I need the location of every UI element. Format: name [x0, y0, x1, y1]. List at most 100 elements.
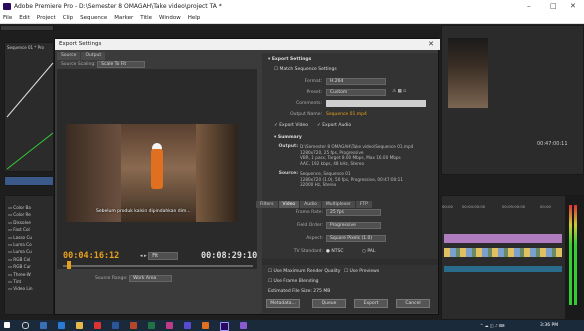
frame-rate-select[interactable]: 25 fps	[326, 209, 381, 216]
menu-edit[interactable]: Edit	[19, 15, 30, 21]
word-icon[interactable]	[112, 322, 119, 329]
match-sequence-checkbox[interactable]: ☐ Match Sequence Settings	[274, 67, 337, 72]
timecode-out: 00:08:29:10	[201, 251, 258, 261]
list-item[interactable]: ▭ Color Re	[8, 211, 33, 218]
list-item[interactable]: ▭ Color Ba	[8, 204, 33, 211]
delete-preset-icon[interactable]: ▫	[403, 89, 406, 94]
playback-controls: ◂ ▸ Fit	[140, 252, 179, 260]
timeline-panel: 00:00 00:04:00:00 00:09:00:00 00:00	[441, 195, 566, 320]
tab-audio[interactable]: Audio	[300, 201, 321, 208]
video-clip-track-2[interactable]	[444, 234, 562, 243]
queue-button[interactable]: Queue	[312, 299, 346, 308]
excel-icon[interactable]	[148, 322, 155, 329]
step-forward-icon[interactable]: ▸	[144, 253, 147, 259]
list-item[interactable]: ▭ RGB Col	[8, 256, 33, 263]
windows-start-icon[interactable]	[4, 322, 10, 328]
playhead-handle[interactable]	[67, 261, 71, 269]
export-audio-checkbox[interactable]: ✓ Export Audio	[317, 123, 351, 128]
menu-marker[interactable]: Marker	[114, 15, 133, 21]
system-tray-icons[interactable]: ^ ☁ ◫ ♪ ⌨	[480, 323, 505, 328]
file-explorer-icon[interactable]	[76, 322, 83, 329]
app-icon-3[interactable]	[202, 322, 209, 329]
output-name-link[interactable]: Sequence 01.mp4	[326, 112, 367, 117]
ntsc-radio[interactable]: ● NTSC	[326, 249, 343, 254]
cancel-button[interactable]: Cancel	[396, 299, 430, 308]
list-item[interactable]: ▭ Luma Cu	[8, 248, 33, 255]
list-item[interactable]: ▭ Fast Col	[8, 226, 33, 233]
windows-taskbar: ^ ☁ ◫ ♪ ⌨ 3:36 PM	[0, 320, 584, 331]
format-select[interactable]: H.264	[326, 78, 386, 85]
dialog-close-icon[interactable]: ✕	[428, 39, 434, 50]
tab-output[interactable]: Output	[81, 52, 106, 60]
preset-select[interactable]: Custom	[326, 89, 386, 96]
frame-blending-checkbox[interactable]: ☐ Use Frame Blending	[268, 279, 319, 284]
app-icon-4[interactable]	[240, 322, 247, 329]
list-item[interactable]: ▭ Lasso Cu	[8, 234, 33, 241]
step-back-icon[interactable]: ◂	[140, 253, 143, 259]
field-order-select[interactable]: Progressive	[326, 222, 381, 229]
format-label: Format:	[304, 79, 322, 84]
export-settings-header[interactable]: ▾ Export Settings	[268, 57, 311, 62]
use-previews-checkbox[interactable]: ☐ Use Previews	[344, 269, 379, 274]
aspect-select[interactable]: Square Pixels (1.0)	[326, 235, 386, 242]
maximize-button[interactable]: □	[550, 0, 557, 13]
source-scaling-label: Source Scaling:	[61, 62, 96, 67]
premiere-taskbar-icon[interactable]	[220, 322, 229, 331]
scrub-bar[interactable]	[63, 265, 253, 267]
list-item[interactable]: ▭ Luma Co	[8, 241, 33, 248]
menu-file[interactable]: File	[3, 15, 12, 21]
chrome-icon[interactable]	[94, 322, 101, 329]
menu-project[interactable]: Project	[37, 15, 56, 21]
tab-multiplexer[interactable]: Multiplexer	[321, 201, 355, 208]
max-render-checkbox[interactable]: ☐ Use Maximum Render Quality	[268, 269, 340, 274]
video-subtitle: Sebelum produk kalsin dipindahkan dim...	[96, 209, 191, 214]
search-icon[interactable]	[22, 322, 29, 329]
close-button[interactable]: ✕	[570, 0, 576, 13]
video-clip-track-1[interactable]	[444, 248, 562, 257]
pal-radio[interactable]: ○ PAL	[362, 249, 375, 254]
export-button[interactable]: Export	[354, 299, 388, 308]
settings-scroll-edge[interactable]	[262, 259, 438, 265]
menu-help[interactable]: Help	[188, 15, 201, 21]
metadata-button[interactable]: Metadata...	[266, 299, 300, 308]
minimize-button[interactable]: –	[527, 0, 531, 13]
menu-title[interactable]: Title	[140, 15, 152, 21]
save-preset-icon[interactable]: ⚠	[392, 89, 396, 94]
panel-tab-label[interactable]: Sequence 01 * Pro	[7, 45, 44, 50]
list-item[interactable]: ▭ Tint	[8, 278, 33, 285]
tab-filters[interactable]: Filters	[256, 201, 278, 208]
list-item[interactable]: ▭ RGB Cur	[8, 263, 33, 270]
summary-header[interactable]: ▾ Summary	[274, 135, 302, 140]
effect-controls-panel: Sequence 01 * Pro	[4, 42, 54, 172]
import-preset-icon[interactable]: ▦	[397, 89, 401, 94]
powerpoint-icon[interactable]	[130, 322, 137, 329]
preset-actions: ⚠ ▦ ▫	[392, 89, 406, 94]
source-scaling-select[interactable]: Scale To Fit	[97, 61, 146, 68]
export-video-checkbox[interactable]: ✓ Export Video	[274, 123, 308, 128]
task-view-icon[interactable]	[40, 322, 47, 329]
list-item[interactable]: ▭ Dissolve	[8, 219, 33, 226]
export-settings-panel: ▾ Export Settings ☐ Match Sequence Setti…	[256, 53, 438, 313]
program-monitor: 00:47:00:11	[441, 25, 584, 175]
app-icon-2[interactable]	[184, 322, 191, 329]
menu-bar: File Edit Project Clip Sequence Marker Title Wi…	[0, 13, 584, 24]
audio-clip-track[interactable]	[444, 266, 562, 272]
tab-video[interactable]: Video	[278, 201, 300, 208]
comments-input[interactable]	[326, 100, 426, 107]
taskbar-clock: 3:36 PM	[540, 323, 559, 328]
list-item[interactable]: ▭ Three-W	[8, 271, 33, 278]
source-range-select[interactable]: Work Area	[129, 275, 173, 282]
edge-icon[interactable]	[58, 322, 65, 329]
tab-ftp[interactable]: FTP	[355, 201, 372, 208]
preset-label: Preset:	[306, 90, 322, 95]
tab-source[interactable]: Source	[57, 52, 81, 60]
audio-meters	[566, 195, 584, 320]
source-scaling-row: Source Scaling: Scale To Fit	[61, 61, 146, 68]
menu-clip[interactable]: Clip	[63, 15, 73, 21]
timecode-in[interactable]: 00:04:16:12	[63, 251, 119, 261]
fit-select[interactable]: Fit	[148, 252, 179, 260]
list-item[interactable]: ▭ Video Lin	[8, 285, 33, 292]
menu-sequence[interactable]: Sequence	[80, 15, 107, 21]
app-icon-1[interactable]	[166, 322, 173, 329]
menu-window[interactable]: Window	[159, 15, 181, 21]
